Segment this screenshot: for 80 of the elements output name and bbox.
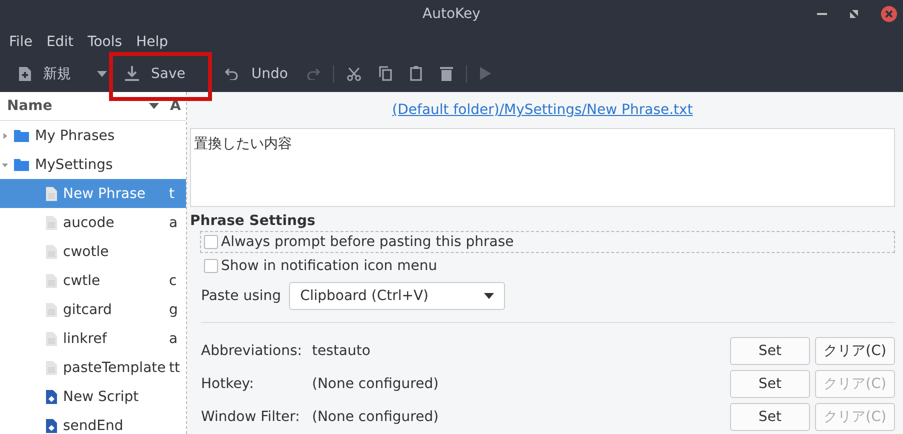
undo-button[interactable]: Undo — [216, 58, 297, 88]
item-name: cwtle — [63, 272, 100, 288]
menu-item[interactable]: File — [2, 34, 40, 50]
column-header[interactable]: Name — [0, 98, 147, 114]
field-label: Paste using — [201, 288, 282, 304]
script-icon — [46, 390, 57, 404]
redo-icon — [306, 68, 320, 80]
close-icon[interactable] — [881, 6, 897, 22]
caret-icon — [97, 70, 107, 76]
dropdown-caret-icon — [484, 292, 494, 299]
table-cell: a — [169, 214, 178, 230]
item-name: linkref — [63, 330, 107, 346]
file-path-link[interactable]: (Default folder)/MySettings/New Phrase.txt — [190, 102, 895, 122]
trash-icon — [440, 66, 453, 81]
section-heading: Phrase Settings — [190, 212, 316, 229]
table-cell: c — [169, 272, 177, 288]
item-name: sendEnd — [63, 418, 124, 434]
set-button[interactable]: Set — [730, 403, 810, 432]
scissors-icon — [346, 66, 361, 80]
folder-icon — [14, 130, 29, 142]
sort-icon — [149, 103, 159, 109]
table-cell: g — [169, 302, 178, 318]
field-label: Abbreviations: — [201, 343, 303, 360]
field-value: (None configured) — [312, 376, 440, 392]
new-button[interactable]: 新規 — [10, 58, 116, 88]
document-icon — [46, 332, 57, 346]
tree-item[interactable]: linkref a — [0, 324, 186, 353]
set-button[interactable]: Set — [730, 370, 810, 398]
item-name: New Script — [63, 388, 139, 404]
item-name: My Phrases — [35, 128, 115, 144]
document-icon — [46, 186, 57, 200]
field-value: (None configured) — [312, 409, 440, 426]
field-label: Hotkey: — [201, 376, 255, 392]
item-name: New Phrase — [63, 186, 146, 202]
table-cell: t — [169, 186, 174, 202]
tree-item[interactable]: sendEnd — [0, 411, 186, 434]
item-name: MySettings — [35, 156, 113, 172]
table-cell: tt — [169, 360, 180, 376]
set-button[interactable]: Set — [730, 337, 810, 366]
tree-item[interactable]: MySettings — [0, 150, 186, 179]
document-icon — [46, 274, 57, 288]
menu-item[interactable]: Help — [129, 34, 175, 50]
clipboard-icon — [410, 66, 422, 81]
document-icon — [46, 360, 57, 374]
collapse-icon[interactable] — [2, 160, 8, 168]
table-cell: a — [169, 330, 178, 346]
copy-icon — [378, 66, 392, 81]
new-file-icon — [19, 66, 31, 80]
item-name: gitcard — [63, 302, 112, 318]
phrase-text-area[interactable]: 置換したい内容 — [190, 128, 895, 207]
field-value: testauto — [312, 343, 372, 360]
tree-item[interactable]: pasteTemplate tt — [0, 353, 186, 382]
tree-item[interactable]: My Phrases — [0, 121, 186, 150]
tree-item[interactable]: gitcard g — [0, 295, 186, 324]
paste-method-dropdown[interactable]: Clipboard (Ctrl+V) — [289, 282, 506, 310]
menu-item[interactable]: Edit — [39, 34, 81, 50]
tree-item[interactable]: cwtle c — [0, 266, 186, 295]
save-button[interactable]: Save — [116, 58, 194, 88]
clear-button[interactable]: クリア(C) — [815, 337, 895, 366]
document-icon — [46, 216, 57, 230]
minimize-icon[interactable] — [817, 12, 827, 16]
tree-item[interactable]: New Script — [0, 382, 186, 411]
play-icon — [480, 67, 491, 80]
checkbox[interactable]: Always prompt before pasting this phrase — [200, 230, 895, 254]
menu-item[interactable]: Tools — [80, 34, 130, 50]
item-name: aucode — [63, 214, 114, 230]
maximize-icon[interactable] — [849, 9, 859, 19]
tree-item[interactable]: aucode a — [0, 208, 186, 237]
checkbox[interactable]: Show in notification icon menu — [200, 255, 895, 278]
undo-icon — [225, 68, 240, 80]
document-icon — [46, 302, 57, 316]
expand-icon[interactable] — [2, 132, 8, 140]
tree-item[interactable]: cwotle — [0, 237, 186, 266]
folder-icon — [14, 158, 29, 170]
document-icon — [46, 244, 57, 258]
window-title: AutoKey — [422, 6, 480, 22]
item-name: cwotle — [63, 244, 109, 260]
field-label: Window Filter: — [201, 409, 301, 426]
item-name: pasteTemplate — [63, 360, 166, 376]
download-icon — [125, 66, 139, 81]
